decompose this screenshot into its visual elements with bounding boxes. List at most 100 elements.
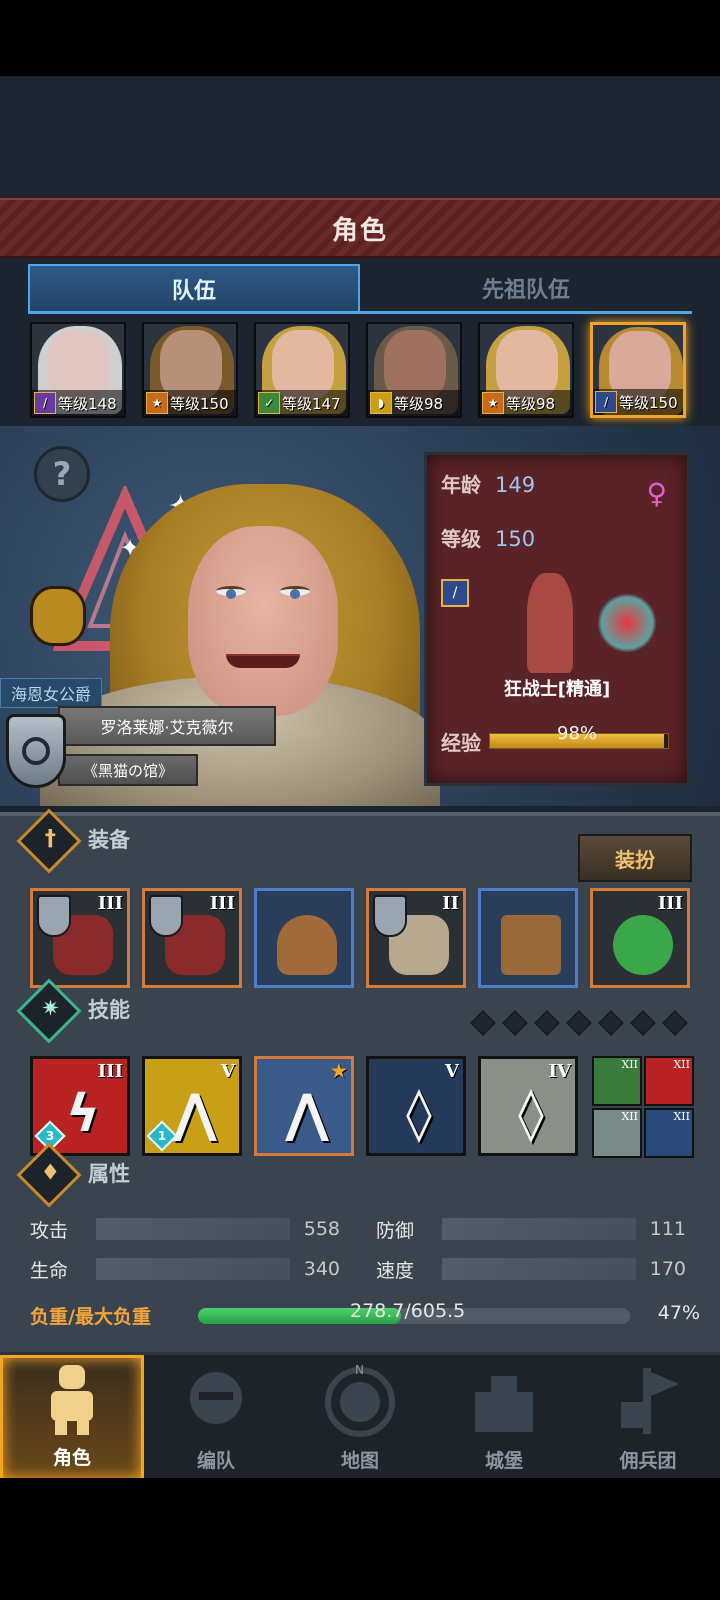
character-portrait-selected[interactable]: / 等级150 [590, 322, 686, 418]
level-value: 150 [495, 527, 536, 551]
castle-icon [475, 1376, 533, 1432]
level-label: 等级 [441, 527, 481, 551]
nav-label: 角色 [52, 1447, 91, 1469]
potion-icon[interactable] [30, 586, 86, 646]
skill-point-diamond [598, 1010, 624, 1036]
skill-point-diamond [502, 1010, 528, 1036]
speed-value: 170 [649, 1258, 686, 1280]
skill-tier: V [221, 1061, 235, 1082]
character-portrait[interactable]: ◗ 等级98 [366, 322, 462, 418]
character-portrait[interactable]: ★ 等级98 [478, 322, 574, 418]
class-figure[interactable] [497, 573, 667, 679]
item-tier: III [657, 893, 683, 914]
nav-castle[interactable]: 城堡 [432, 1355, 576, 1481]
character-portrait[interactable]: ★ 等级150 [142, 322, 238, 418]
carry-weight-row: 负重/最大负重 278.7/605.5 47% [30, 1300, 700, 1330]
level-row: 等级 150 [441, 523, 535, 552]
bow-icon: ✓ [258, 392, 280, 414]
equipment-slot[interactable]: III [590, 888, 690, 988]
age-value: 149 [495, 473, 536, 497]
boots-icon [501, 915, 561, 975]
equipment-slot[interactable] [478, 888, 578, 988]
knight-icon [51, 1365, 93, 1435]
helmet-formation-icon [190, 1372, 242, 1424]
passive-skills: XII XII XII XII [592, 1056, 696, 1160]
passive-skill-slot[interactable]: XII [592, 1108, 642, 1158]
hero-name[interactable]: 罗洛莱娜·艾克薇尔 [58, 706, 276, 746]
item-tier: III [97, 893, 123, 914]
nav-formation[interactable]: 编队 [144, 1355, 288, 1481]
help-button[interactable]: ? [34, 446, 90, 502]
tab-ancestors[interactable]: 先祖队伍 [360, 264, 692, 314]
character-portrait[interactable]: / 等级148 [30, 322, 126, 418]
status-bar-area [0, 0, 720, 76]
character-level: 等级98 [394, 394, 444, 413]
equipment-slot[interactable]: III [142, 888, 242, 988]
crystal-skill-icon: ◊ [406, 1084, 432, 1144]
skill-slot[interactable]: ⋀ V 1 [142, 1056, 242, 1156]
female-gender-icon: ♀ [646, 477, 667, 510]
hp-value: 340 [303, 1258, 340, 1280]
hp-label: 生命 [30, 1259, 69, 1282]
skill-point-diamond [662, 1010, 688, 1036]
helmet-icon [277, 915, 337, 975]
attributes-header: ♦ 属性 [16, 1142, 706, 1208]
character-level: 等级150 [170, 394, 229, 413]
attributes-label: 属性 [88, 1162, 130, 1186]
carry-weight-percent: 47% [657, 1302, 700, 1324]
noble-title: 海恩女公爵 [0, 678, 103, 708]
sword-class-icon[interactable]: / [441, 579, 469, 607]
skill-point-diamond [470, 1010, 496, 1036]
shield-icon [37, 895, 71, 937]
passive-skill-slot[interactable]: XII [644, 1056, 694, 1106]
shield-icon: ◗ [370, 392, 392, 414]
beast-icon: ★ [482, 392, 504, 414]
nav-mercenaries[interactable]: 佣兵团 [576, 1355, 720, 1481]
guild-name[interactable]: 《黑猫の馆》 [58, 754, 198, 786]
character-level: 等级148 [58, 394, 117, 413]
attack-value: 558 [303, 1218, 340, 1240]
system-nav-area [0, 1478, 720, 1600]
crystal-skill-icon: ◊ [518, 1084, 544, 1144]
exp-percent: 98% [557, 723, 598, 744]
nav-label: 编队 [196, 1450, 235, 1472]
sword-icon: / [595, 391, 617, 413]
defense-value: 111 [649, 1218, 686, 1240]
page-title: 角色 [331, 215, 388, 246]
nav-character[interactable]: 角色 [0, 1355, 144, 1481]
skill-slot[interactable]: ϟ III 3 [30, 1056, 130, 1156]
nav-label: 佣兵团 [619, 1450, 677, 1472]
nav-map[interactable]: N 地图 [288, 1355, 432, 1481]
skill-slots: ϟ III 3 ⋀ V 1 ⋀ ★ ◊ V ◊ IV XII XII XII X… [30, 1056, 696, 1160]
passive-skill-slot[interactable]: XII [592, 1056, 642, 1106]
skill-point-diamond [630, 1010, 656, 1036]
equipment-slot[interactable] [254, 888, 354, 988]
skill-slot[interactable]: ⋀ ★ [254, 1056, 354, 1156]
character-portrait[interactable]: ✓ 等级147 [254, 322, 350, 418]
equipment-slot[interactable]: III [30, 888, 130, 988]
skills-label: 技能 [88, 998, 130, 1022]
shield-icon [373, 895, 407, 937]
tab-party[interactable]: 队伍 [28, 264, 360, 314]
skill-point-diamond [566, 1010, 592, 1036]
speed-label: 速度 [376, 1259, 415, 1282]
banner-mercenary-icon [621, 1368, 679, 1434]
shield-icon [149, 895, 183, 937]
berserker-figure [527, 573, 573, 673]
nav-label: 城堡 [484, 1450, 523, 1472]
equipment-slot[interactable]: II [366, 888, 466, 988]
outfit-button[interactable]: 装扮 [578, 834, 692, 882]
hero-eye [216, 586, 246, 599]
equipment-label: 装备 [88, 828, 130, 852]
jade-statue-icon [613, 915, 673, 975]
nav-label: 地图 [340, 1450, 379, 1472]
skill-slot[interactable]: ◊ V [366, 1056, 466, 1156]
item-tier: II [442, 893, 459, 914]
hero-face [188, 526, 338, 716]
passive-skill-slot[interactable]: XII [644, 1108, 694, 1158]
tab-bar: 队伍 先祖队伍 [28, 264, 692, 314]
guild-shield-icon[interactable] [6, 714, 66, 788]
skill-slot[interactable]: ◊ IV [478, 1056, 578, 1156]
carry-weight-label: 负重/最大负重 [30, 1306, 151, 1328]
skill-tier: IV [548, 1061, 571, 1082]
